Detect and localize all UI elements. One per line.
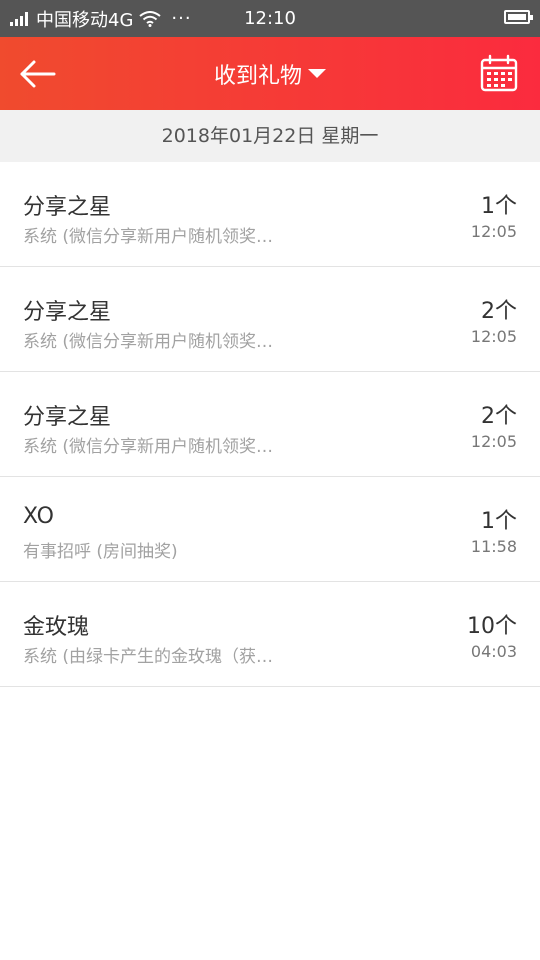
date-header: 2018年01月22日 星期一 [0, 110, 540, 162]
list-item[interactable]: 分享之星 系统 (微信分享新用户随机领奖… 2个 12:05 [0, 267, 540, 372]
gift-count: 1个 [481, 194, 517, 219]
gift-count: 2个 [481, 404, 517, 429]
gift-source: 有事招呼 (房间抽奖) [23, 542, 178, 562]
gift-count: 1个 [481, 509, 517, 534]
gift-name: 分享之星 [23, 300, 112, 325]
gift-name: 分享之星 [23, 195, 112, 220]
gift-time: 12:05 [470, 222, 517, 241]
gift-name: XO [23, 504, 54, 529]
title-dropdown[interactable]: 收到礼物 [0, 37, 540, 110]
list-item[interactable]: 分享之星 系统 (微信分享新用户随机领奖… 2个 12:05 [0, 372, 540, 477]
gift-time: 12:05 [470, 327, 517, 346]
page-title: 收到礼物 [213, 63, 302, 89]
status-bar: 中国移动4G ··· 12:10 [0, 0, 540, 37]
list-item[interactable]: XO 有事招呼 (房间抽奖) 1个 11:58 [0, 477, 540, 582]
gift-source: 系统 (微信分享新用户随机领奖… [23, 227, 274, 247]
gift-list: 分享之星 系统 (微信分享新用户随机领奖… 1个 12:05 分享之星 系统 (… [0, 162, 540, 687]
status-time: 12:10 [244, 8, 296, 29]
list-item[interactable]: 分享之星 系统 (微信分享新用户随机领奖… 1个 12:05 [0, 162, 540, 267]
gift-name: 金玫瑰 [23, 615, 90, 640]
gift-count: 2个 [481, 299, 517, 324]
gift-count: 10个 [467, 614, 517, 639]
gift-time: 11:58 [470, 537, 517, 556]
gift-time: 04:03 [470, 642, 517, 661]
caret-down-icon [308, 69, 326, 78]
gift-source: 系统 (微信分享新用户随机领奖… [23, 437, 274, 457]
gift-name: 分享之星 [23, 405, 112, 430]
gift-time: 12:05 [470, 432, 517, 451]
list-item[interactable]: 金玫瑰 系统 (由绿卡产生的金玫瑰（获… 10个 04:03 [0, 582, 540, 687]
gift-source: 系统 (由绿卡产生的金玫瑰（获… [23, 647, 274, 667]
nav-bar: 收到礼物 [0, 37, 540, 110]
calendar-icon[interactable] [480, 54, 518, 92]
gift-source: 系统 (微信分享新用户随机领奖… [23, 332, 274, 352]
battery-icon [504, 10, 533, 24]
